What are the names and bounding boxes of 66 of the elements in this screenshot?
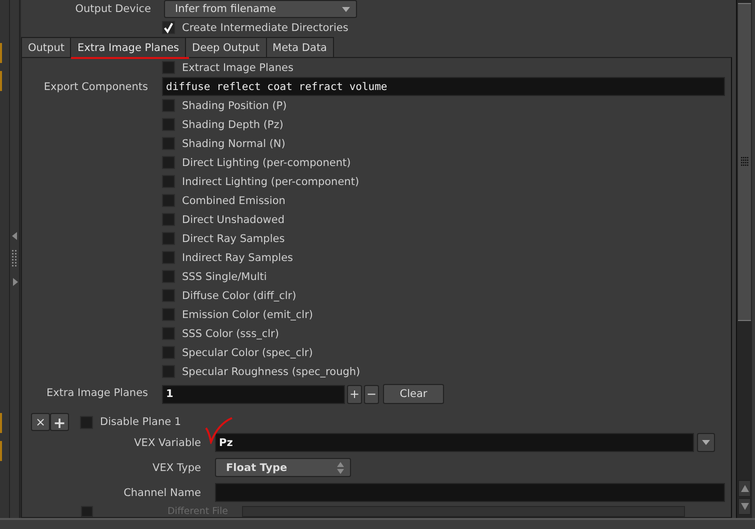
checkbox-label: Shading Position (P) [182, 100, 287, 112]
checkbox-label: Shading Depth (Pz) [182, 118, 284, 130]
checkbox-label: SSS Color (sss_clr) [182, 328, 279, 340]
caret-icon [342, 6, 350, 12]
annotation-checkmark [204, 416, 234, 444]
checkbox[interactable] [80, 416, 93, 428]
export-components-field[interactable]: diffuse reflect coat refract volume [162, 77, 725, 96]
checkbox[interactable] [162, 308, 175, 321]
checkbox[interactable] [162, 194, 175, 207]
grip-icon [740, 157, 748, 167]
extra-image-planes-field[interactable]: 1 [162, 384, 345, 404]
up-arrow-icon [740, 485, 748, 492]
field-label: VEX Variable [133, 436, 201, 448]
checkbox-label: Indirect Lighting (per-component) [182, 176, 360, 188]
checkbox[interactable] [162, 175, 175, 188]
checkbox-label: Shading Normal (N) [182, 138, 286, 150]
checkbox[interactable] [162, 213, 175, 226]
checkbox-label: Emission Color (emit_clr) [182, 308, 313, 320]
checkbox-label: SSS Single/Multi [182, 270, 267, 282]
increment-button[interactable]: + [347, 384, 362, 404]
checkbox[interactable] [162, 21, 175, 34]
field-label: Extra Image Planes [45, 386, 148, 398]
checkbox-label: Combined Emission [182, 194, 286, 206]
add-button[interactable]: + [50, 413, 69, 431]
tab[interactable]: Meta Data [266, 37, 334, 57]
output-device-dropdown[interactable]: Infer from filename [164, 0, 357, 18]
checkbox[interactable] [162, 270, 175, 283]
checkbox[interactable] [162, 289, 175, 302]
checkbox-label: Create Intermediate Directories [182, 22, 348, 34]
scroll-down-button[interactable] [738, 498, 751, 515]
checkbox[interactable] [162, 365, 175, 378]
checkbox[interactable] [162, 61, 175, 74]
spinner-arrows-icon [337, 462, 344, 474]
remove-button[interactable]: × [31, 413, 50, 431]
vex-variable-field[interactable]: Pz [215, 433, 694, 452]
vex-type-select[interactable]: Float Type [215, 458, 351, 477]
grip-icon[interactable] [12, 250, 18, 268]
checkbox[interactable] [162, 251, 175, 264]
decrement-button[interactable]: − [364, 384, 379, 404]
checkbox-label: Direct Ray Samples [182, 232, 285, 244]
checkbox[interactable] [162, 156, 175, 169]
checkbox-label: Direct Lighting (per-component) [182, 156, 351, 168]
clear-button[interactable]: Clear [383, 384, 444, 404]
field-label: Export Components [42, 80, 148, 92]
tab[interactable]: Output [21, 37, 72, 57]
field-label: Output Device [74, 3, 152, 15]
checkbox-label: Indirect Ray Samples [182, 252, 293, 264]
checkbox-label: Specular Roughness (spec_rough) [182, 366, 360, 378]
checkbox[interactable] [162, 346, 175, 359]
checkbox[interactable] [162, 327, 175, 340]
down-arrow-icon [740, 503, 748, 510]
checkbox-label: Specular Color (spec_clr) [182, 346, 313, 358]
caret-icon [702, 440, 710, 445]
field-label: VEX Type [152, 462, 201, 474]
checkbox-label: Diffuse Color (diff_clr) [182, 290, 296, 302]
checkbox[interactable] [162, 232, 175, 245]
checkbox[interactable] [162, 99, 175, 112]
checkbox-label: Disable Plane 1 [100, 416, 182, 428]
scroll-up-button[interactable] [738, 480, 751, 497]
checkbox-label: Extract Image Planes [182, 62, 294, 74]
field-label: Channel Name [122, 486, 201, 498]
tab[interactable]: Deep Output [185, 37, 267, 57]
checkbox[interactable] [162, 137, 175, 150]
dropdown-button[interactable] [697, 433, 715, 452]
checkbox[interactable] [162, 118, 175, 131]
checkbox-label: Direct Unshadowed [182, 214, 284, 226]
